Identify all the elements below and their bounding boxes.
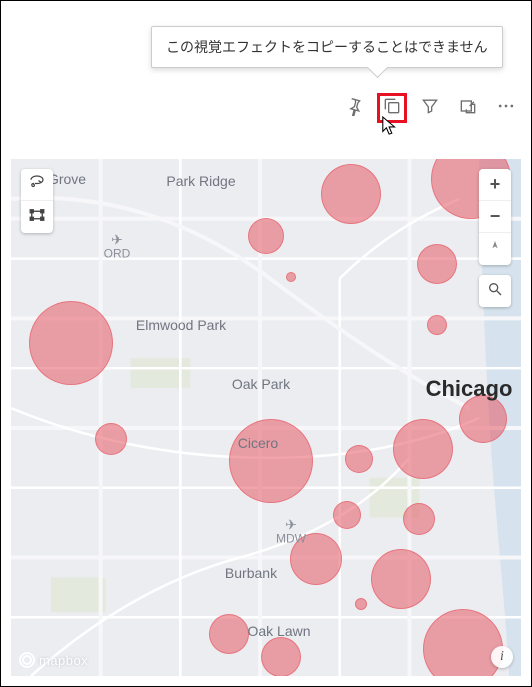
copy-icon: [382, 96, 402, 121]
rectangle-select-icon: [28, 206, 46, 229]
visual-toolbar: [339, 93, 521, 123]
pin-button[interactable]: [339, 93, 369, 123]
map-info-button[interactable]: i: [491, 646, 513, 668]
lasso-icon: [28, 173, 46, 196]
map-basemap: [11, 159, 521, 676]
map-visual[interactable]: GrovedePark RidgeElmwood ParkOak ParkChi…: [11, 159, 521, 676]
focus-mode-button[interactable]: [453, 93, 483, 123]
filter-icon: [420, 96, 440, 121]
zoom-out-button[interactable]: −: [479, 201, 511, 233]
zoom-in-button[interactable]: +: [479, 169, 511, 201]
map-search-button[interactable]: [479, 275, 511, 307]
focus-mode-icon: [458, 96, 478, 121]
map-navigation-controls: + −: [479, 169, 511, 307]
search-icon: [487, 281, 503, 302]
tooltip-cannot-copy-visual: この視覚エフェクトをコピーすることはできません: [151, 26, 503, 68]
more-options-icon: [496, 96, 516, 121]
compass-icon: [487, 239, 503, 260]
pin-icon: [344, 96, 364, 121]
minus-icon: −: [490, 206, 501, 227]
lasso-select-button[interactable]: [21, 169, 53, 201]
copy-visual-button[interactable]: [377, 93, 407, 123]
info-icon: i: [500, 649, 504, 665]
map-attribution: mapbox: [19, 652, 88, 668]
plus-icon: +: [490, 174, 501, 195]
filter-button[interactable]: [415, 93, 445, 123]
more-options-button[interactable]: [491, 93, 521, 123]
rectangle-select-button[interactable]: [21, 201, 53, 233]
selection-controls: [21, 169, 53, 233]
attribution-text: mapbox: [39, 653, 88, 668]
tooltip-text: この視覚エフェクトをコピーすることはできません: [166, 39, 488, 55]
mapbox-logo-icon: [19, 652, 35, 668]
compass-button[interactable]: [479, 233, 511, 265]
